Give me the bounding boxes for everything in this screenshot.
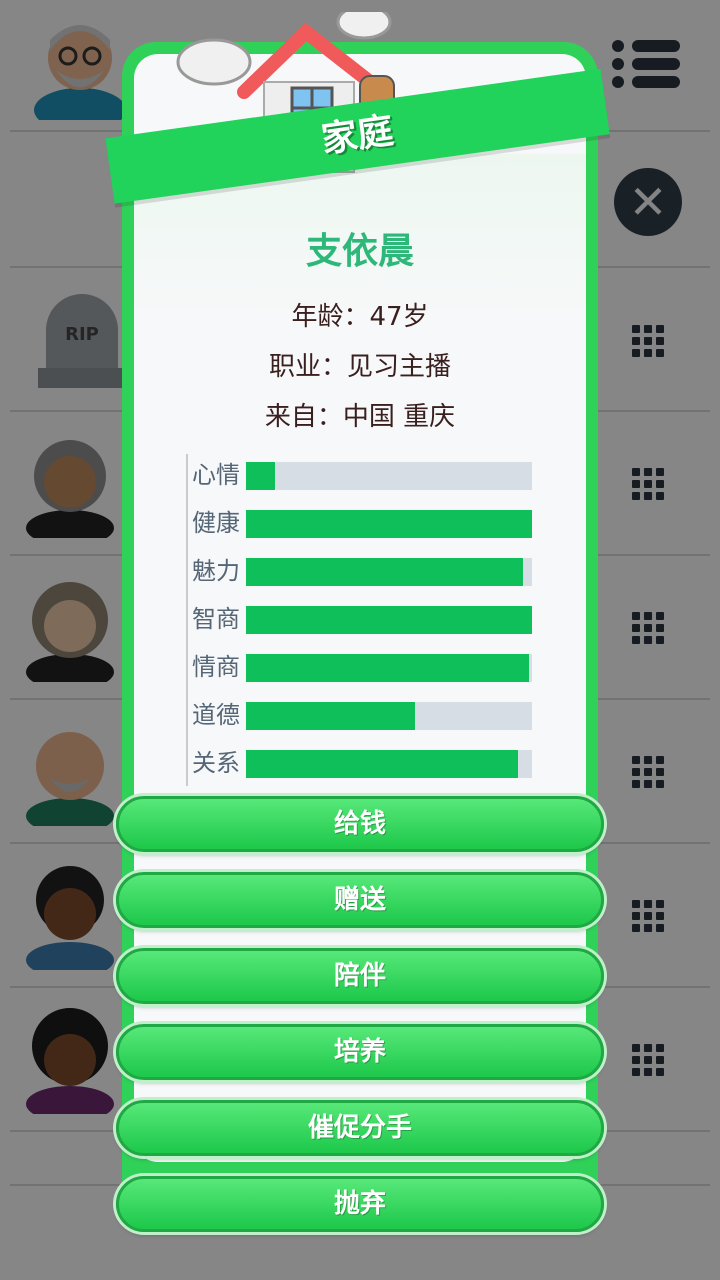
stat-row: 健康 [180, 508, 540, 556]
job-label: 职业： [268, 352, 347, 382]
action-button[interactable]: 赠送 [116, 872, 604, 928]
stat-bar-track [246, 702, 532, 730]
stat-bar-fill [246, 654, 530, 682]
stat-label: 魅力 [192, 557, 240, 585]
stat-bar-fill [246, 750, 518, 778]
action-button[interactable]: 给钱 [116, 796, 604, 852]
stat-label: 关系 [192, 749, 240, 777]
age-line: 年龄：47岁 [122, 296, 598, 333]
age-label: 年龄： [291, 302, 370, 332]
stat-bar-track [246, 654, 532, 682]
stat-bar-fill [246, 462, 275, 490]
job-line: 职业：见习主播 [122, 346, 598, 383]
action-button[interactable]: 陪伴 [116, 948, 604, 1004]
stat-bar-track [246, 462, 532, 490]
family-member-dialog: 家庭 支依晨 年龄：47岁 职业：见习主播 来自：中国 重庆 心情 健康 魅力 智商情… [105, 12, 610, 1232]
stat-bar-fill [246, 510, 532, 538]
stats-chart: 心情健康魅力智商情商道德关系 [180, 460, 540, 796]
stat-row: 智商 [180, 604, 540, 652]
stat-bar-track [246, 606, 532, 634]
stat-label: 情商 [192, 653, 240, 681]
stat-bar-track [246, 750, 532, 778]
action-button[interactable]: 催促分手 [116, 1100, 604, 1156]
stat-row: 魅力 [180, 556, 540, 604]
stat-bar-fill [246, 606, 532, 634]
job-value: 见习主播 [347, 352, 452, 382]
stat-row: 心情 [180, 460, 540, 508]
action-button[interactable]: 抛弃 [116, 1176, 604, 1232]
origin-value: 中国 重庆 [342, 402, 456, 432]
stat-label: 道德 [192, 701, 240, 729]
action-button[interactable]: 培养 [116, 1024, 604, 1080]
stat-bar-track [246, 510, 532, 538]
stat-label: 心情 [192, 461, 240, 489]
person-name: 支依晨 [305, 231, 414, 272]
stat-label: 智商 [192, 605, 240, 633]
stat-row: 关系 [180, 748, 540, 796]
stat-row: 道德 [180, 700, 540, 748]
stat-bar-track [246, 558, 532, 586]
stat-bar-fill [246, 558, 524, 586]
stat-row: 情商 [180, 652, 540, 700]
origin-line: 来自：中国 重庆 [122, 396, 598, 433]
stat-label: 健康 [192, 509, 240, 537]
stat-bar-fill [246, 702, 415, 730]
age-value: 47岁 [369, 302, 429, 332]
origin-label: 来自： [264, 402, 343, 432]
